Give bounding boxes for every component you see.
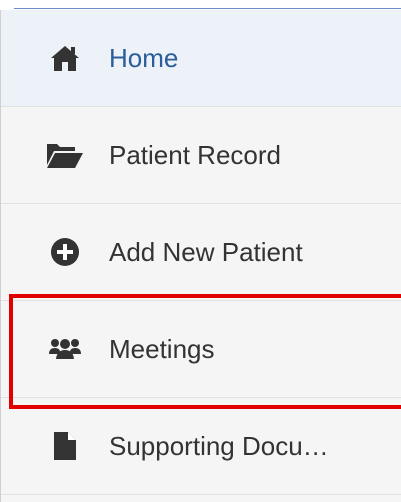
sidebar-item-label: Home xyxy=(109,42,179,73)
sidebar-item-patient-record[interactable]: Patient Record xyxy=(1,107,401,204)
sidebar-item-add-new-patient[interactable]: Add New Patient xyxy=(1,204,401,301)
sidebar-item-home[interactable]: Home xyxy=(1,10,401,107)
sidebar-item-label: Patient Record xyxy=(109,139,281,170)
plus-circle-icon xyxy=(45,232,85,272)
top-strip xyxy=(0,0,401,10)
home-icon xyxy=(45,38,85,78)
sidebar-nav: Home Patient Record Add New Patient Meet… xyxy=(0,10,401,502)
sidebar-item-label: Supporting Docu… xyxy=(109,430,329,461)
file-icon xyxy=(45,426,85,466)
users-icon xyxy=(45,329,85,369)
sidebar-item-supporting-documents[interactable]: Supporting Docu… xyxy=(1,398,401,495)
sidebar-item-label: Meetings xyxy=(109,333,215,364)
folder-open-icon xyxy=(45,135,85,175)
sidebar-item-meetings[interactable]: Meetings xyxy=(1,301,401,398)
header-border xyxy=(14,8,401,9)
sidebar-item-label: Add New Patient xyxy=(109,236,303,267)
